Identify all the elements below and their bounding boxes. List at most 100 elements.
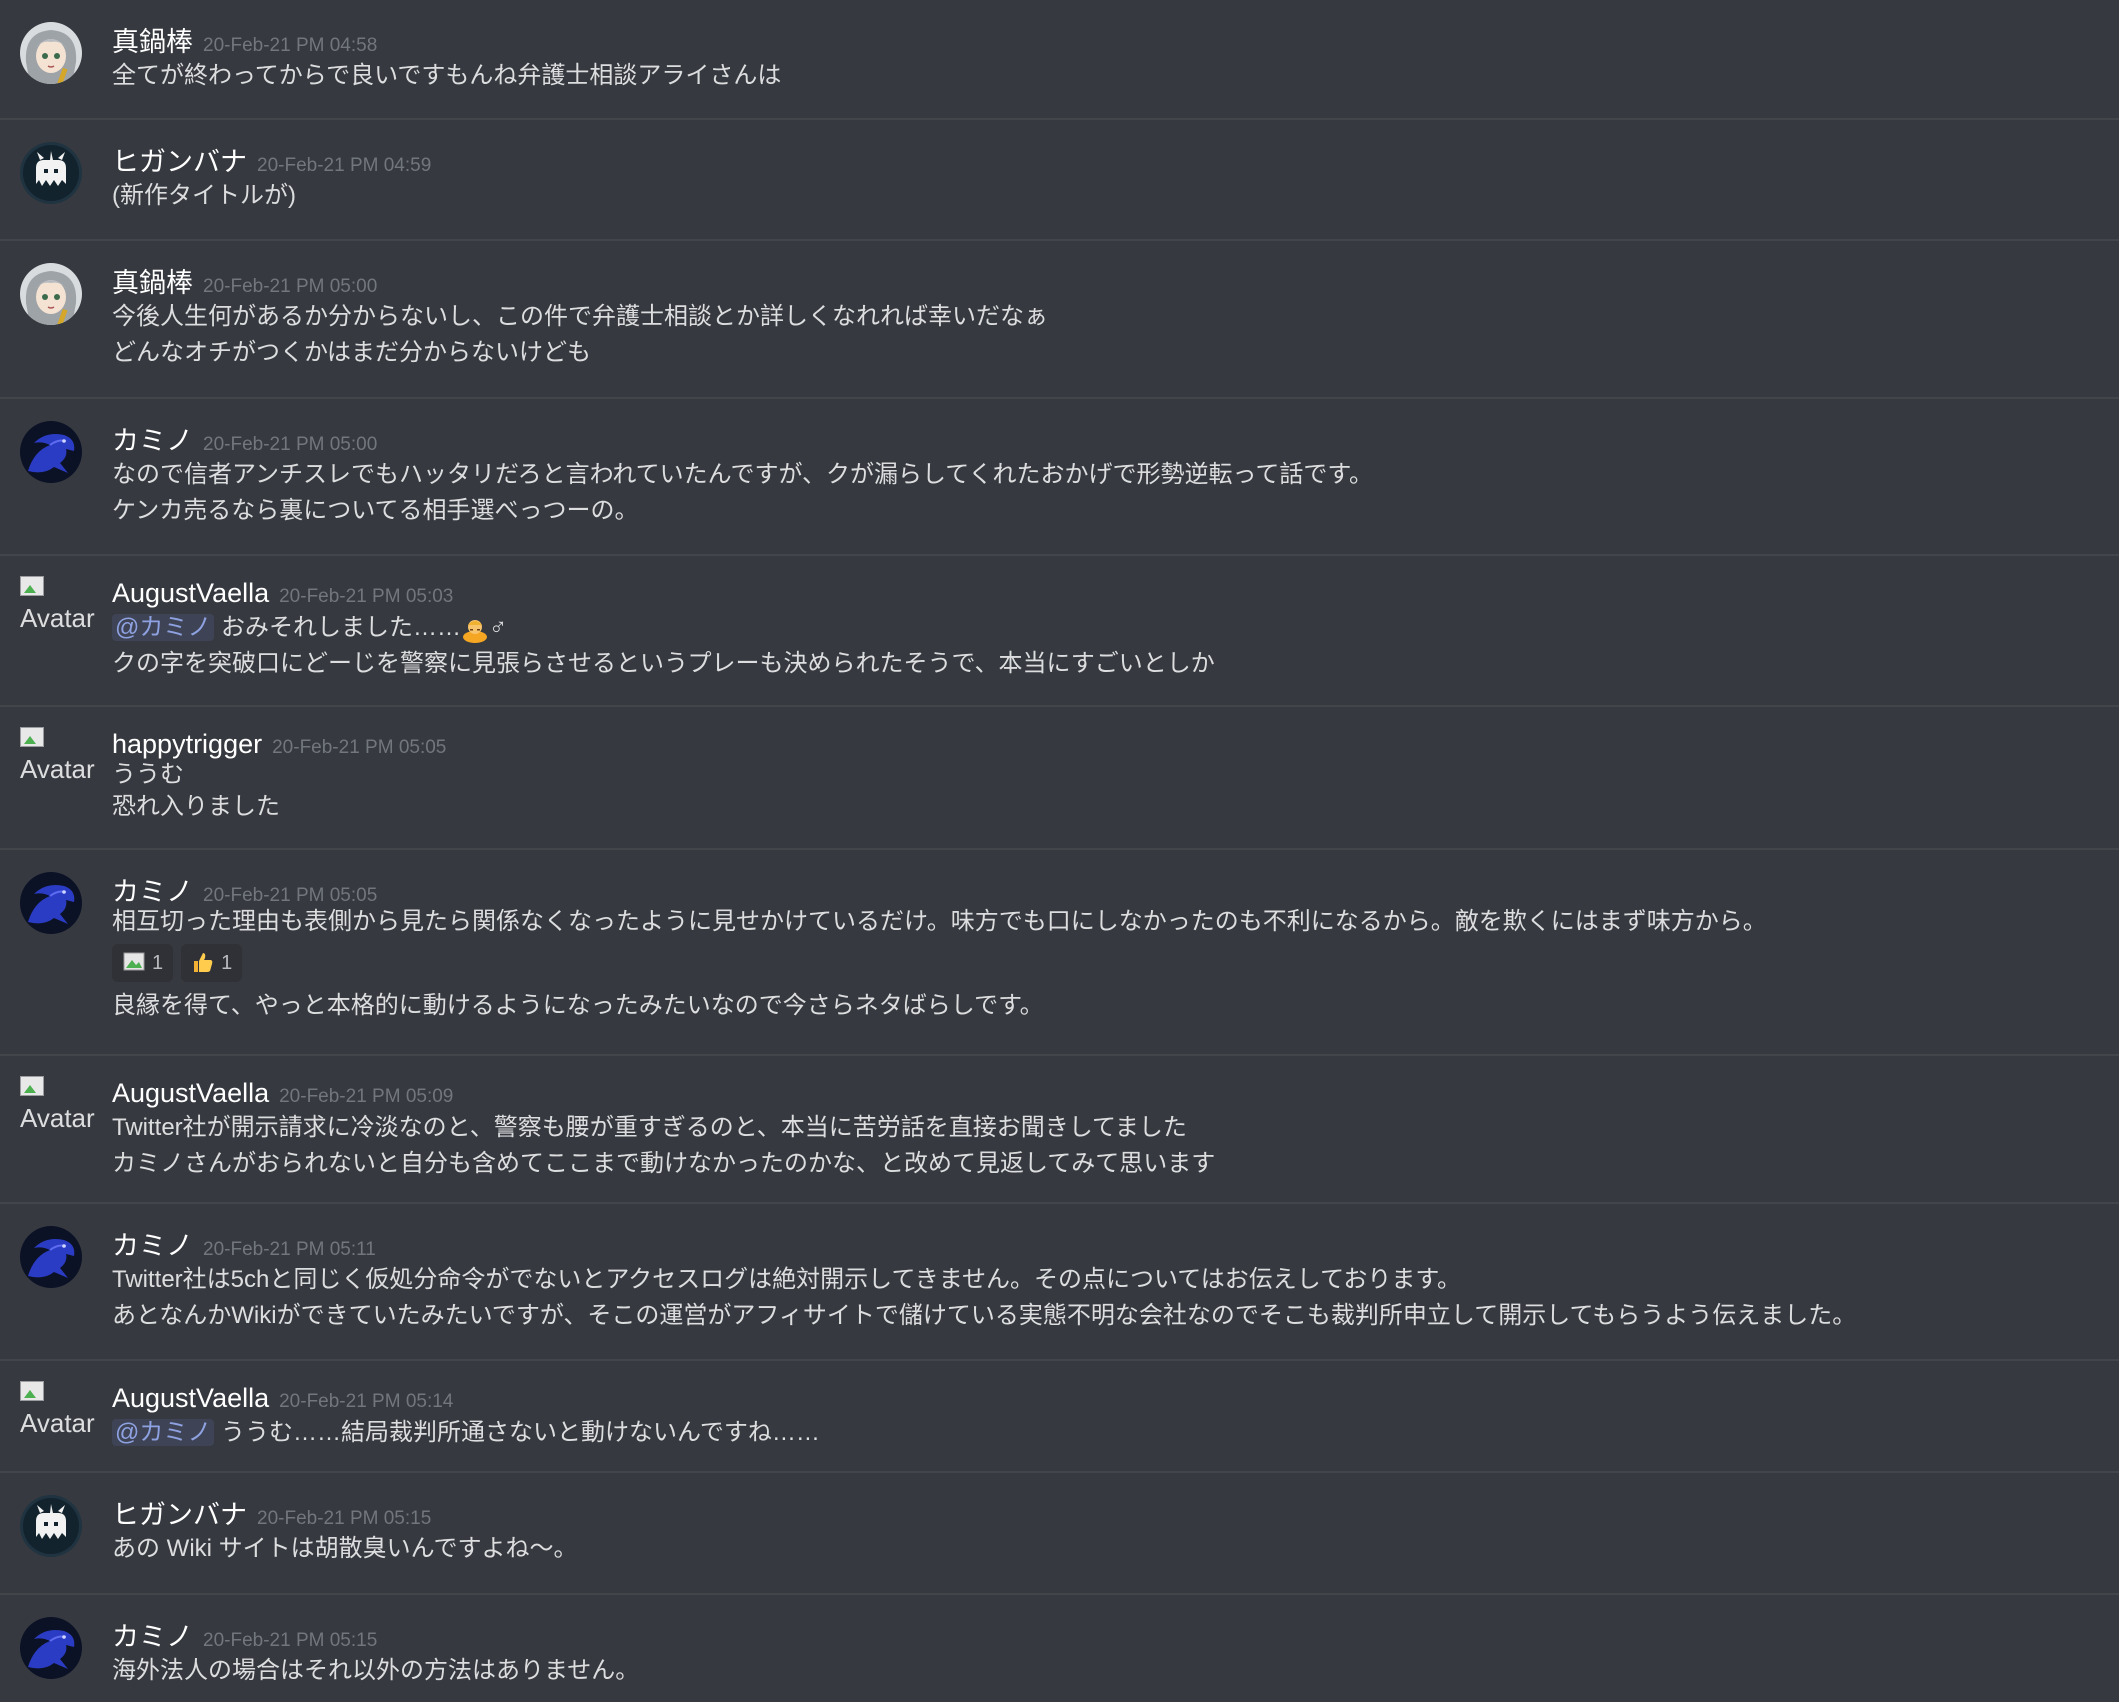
timestamp: 20-Feb-21 PM 04:58 <box>203 35 378 56</box>
user-avatar[interactable]: Avatar <box>20 1381 110 1437</box>
timestamp: 20-Feb-21 PM 05:03 <box>279 586 454 607</box>
user-avatar[interactable]: Avatar <box>20 576 110 632</box>
message-header: カミノ 20-Feb-21 PM 05:15 <box>112 1615 377 1654</box>
timestamp: 20-Feb-21 PM 05:15 <box>257 1508 432 1529</box>
message-content: @カミノ おみそれしました…… ♂ クの字を突破口にどーじを警察に見張らさせると… <box>112 610 1215 682</box>
username[interactable]: カミノ <box>112 426 193 456</box>
message-content: ううむ 恐れ入りました <box>112 759 280 823</box>
message: 真鍋棒 20-Feb-21 PM 04:58 全てが終わってからで良いですもんね弁… <box>0 0 2119 120</box>
avatar-alt-text: Avatar <box>20 603 95 633</box>
timestamp: 20-Feb-21 PM 05:15 <box>203 1630 378 1651</box>
message: 真鍋棒 20-Feb-21 PM 05:00 今後人生何があるか分からないし、この… <box>0 241 2119 399</box>
message-line: 良縁を得て、やっと本格的に動けるようになったみたいなので今さらネタばらしです。 <box>112 992 1044 1019</box>
message-content: @カミノ ううむ……結局裁判所通さないと動けないんですね…… <box>112 1415 820 1451</box>
message-line: なので信者アンチスレでもハッタリだろと言われていたんですが、クが漏らしてくれたお… <box>112 461 1373 488</box>
timestamp: 20-Feb-21 PM 05:05 <box>203 885 378 906</box>
message-header: 真鍋棒 20-Feb-21 PM 05:00 <box>112 261 377 300</box>
user-avatar[interactable] <box>20 1226 82 1288</box>
user-mention[interactable]: @カミノ <box>112 614 215 641</box>
message-line: 今後人生何があるか分からないし、この件で弁護士相談とか詳しくなれれば幸いだなぁ <box>112 303 1048 330</box>
anime-girl-avatar-icon <box>20 22 82 84</box>
user-avatar[interactable] <box>20 22 82 84</box>
timestamp: 20-Feb-21 PM 05:00 <box>203 276 378 297</box>
user-avatar[interactable] <box>20 421 82 483</box>
message-line: Twitter社は5chと同じく仮処分命令がでないとアクセスログは絶対開示してき… <box>112 1266 1461 1293</box>
timestamp: 20-Feb-21 PM 05:05 <box>272 737 447 758</box>
timestamp: 20-Feb-21 PM 05:00 <box>203 434 378 455</box>
thumbs-up-icon <box>194 952 213 972</box>
broken-image-icon <box>20 1381 44 1401</box>
message-line: 全てが終わってからで良いですもんね弁護士相談アライさんは <box>112 62 782 89</box>
user-avatar[interactable]: Avatar <box>20 727 110 783</box>
message: カミノ 20-Feb-21 PM 05:05 相互切った理由も表側から見たら関係な… <box>0 850 2119 1056</box>
message-line: あとなんかWikiができていたみたいですが、そこの運営がアフィサイトで儲けている… <box>112 1302 1857 1329</box>
message-header: AugustVaella 20-Feb-21 PM 05:14 <box>112 1383 453 1414</box>
timestamp: 20-Feb-21 PM 05:09 <box>279 1086 454 1107</box>
blue-dragon-avatar-icon <box>20 1617 82 1679</box>
male-sign-symbol: ♂ <box>489 614 508 641</box>
message: カミノ 20-Feb-21 PM 05:15 海外法人の場合はそれ以外の方法はあり… <box>0 1595 2119 1702</box>
reactions-bar: 1 1 <box>112 944 1767 988</box>
message-line: どんなオチがつくかはまだ分からないけども <box>112 339 592 366</box>
broken-image-icon <box>20 727 44 747</box>
person-bowing-emoji <box>463 619 488 643</box>
message-header: 真鍋棒 20-Feb-21 PM 04:58 <box>112 20 377 59</box>
reaction-broken-image[interactable]: 1 <box>112 944 174 982</box>
anime-girl-avatar-icon <box>20 263 82 325</box>
message-line: (新作タイトルが) <box>112 182 296 209</box>
username[interactable]: カミノ <box>112 1622 193 1652</box>
user-avatar[interactable] <box>20 1617 82 1679</box>
timestamp: 20-Feb-21 PM 05:14 <box>279 1391 454 1412</box>
message: Avatar AugustVaella 20-Feb-21 PM 05:09 Tw… <box>0 1056 2119 1204</box>
message-line: Twitter社が開示請求に冷淡なのと、警察も腰が重すぎるのと、本当に苦労話を直… <box>112 1114 1187 1141</box>
message-header: happytrigger 20-Feb-21 PM 05:05 <box>112 729 446 760</box>
broken-image-icon <box>20 1076 44 1096</box>
user-avatar[interactable]: Avatar <box>20 1076 110 1132</box>
username[interactable]: ヒガンバナ <box>112 147 247 177</box>
message-header: AugustVaella 20-Feb-21 PM 05:03 <box>112 578 453 609</box>
message-content: 海外法人の場合はそれ以外の方法はありません。 <box>112 1653 639 1689</box>
user-avatar[interactable] <box>20 142 82 204</box>
timestamp: 20-Feb-21 PM 05:11 <box>203 1239 376 1260</box>
message-header: ヒガンバナ 20-Feb-21 PM 05:15 <box>112 1493 431 1532</box>
message-line: @カミノ おみそれしました…… ♂ <box>112 610 1215 646</box>
broken-image-icon <box>20 576 44 596</box>
username[interactable]: AugustVaella <box>112 578 269 608</box>
message-header: ヒガンバナ 20-Feb-21 PM 04:59 <box>112 140 431 179</box>
message-line: ううむ <box>112 761 184 788</box>
username[interactable]: 真鍋棒 <box>112 27 193 57</box>
message-content: 全てが終わってからで良いですもんね弁護士相談アライさんは <box>112 58 781 94</box>
message-header: カミノ 20-Feb-21 PM 05:00 <box>112 419 377 458</box>
message-line: クの字を突破口にどーじを警察に見張らさせるというプレーも決められたそうで、本当に… <box>112 650 1215 677</box>
message-content: 今後人生何があるか分からないし、この件で弁護士相談とか詳しくなれれば幸いだなぁ … <box>112 299 1048 371</box>
white-creature-avatar-icon <box>20 142 82 204</box>
message-content: あの Wiki サイトは胡散臭いんですよね～。 <box>112 1531 577 1567</box>
username[interactable]: カミノ <box>112 1231 193 1261</box>
message-line: カミノさんがおられないと自分も含めてここまで動けなかったのかな、と改めて見返して… <box>112 1150 1216 1177</box>
user-avatar[interactable] <box>20 872 82 934</box>
message-text: ううむ……結局裁判所通さないと動けないんですね…… <box>214 1419 820 1446</box>
username[interactable]: カミノ <box>112 877 193 907</box>
reaction-thumbs-up[interactable]: 1 <box>181 944 243 982</box>
username[interactable]: AugustVaella <box>112 1078 269 1108</box>
white-creature-avatar-icon <box>20 1495 82 1557</box>
username[interactable]: AugustVaella <box>112 1383 269 1413</box>
user-avatar[interactable] <box>20 263 82 325</box>
blue-dragon-avatar-icon <box>20 872 82 934</box>
message-content: Twitter社は5chと同じく仮処分命令がでないとアクセスログは絶対開示してき… <box>112 1262 1856 1334</box>
message-line: @カミノ ううむ……結局裁判所通さないと動けないんですね…… <box>112 1415 820 1451</box>
message: カミノ 20-Feb-21 PM 05:11 Twitter社は5chと同じく仮処… <box>0 1204 2119 1361</box>
user-mention[interactable]: @カミノ <box>112 1419 215 1446</box>
reaction-count: 1 <box>221 952 233 974</box>
username[interactable]: happytrigger <box>112 729 262 759</box>
username[interactable]: 真鍋棒 <box>112 268 193 298</box>
username[interactable]: ヒガンバナ <box>112 1500 247 1530</box>
message-content: 相互切った理由も表側から見たら関係なくなったように見せかけているだけ。味方でも口… <box>112 904 1767 1024</box>
blue-dragon-avatar-icon <box>20 421 82 483</box>
message-header: AugustVaella 20-Feb-21 PM 05:09 <box>112 1078 453 1109</box>
message-line: 相互切った理由も表側から見たら関係なくなったように見せかけているだけ。味方でも口… <box>112 908 1767 935</box>
avatar-alt-text: Avatar <box>20 754 95 784</box>
user-avatar[interactable] <box>20 1495 82 1557</box>
message: ヒガンバナ 20-Feb-21 PM 04:59 (新作タイトルが) <box>0 120 2119 241</box>
timestamp: 20-Feb-21 PM 04:59 <box>257 155 432 176</box>
